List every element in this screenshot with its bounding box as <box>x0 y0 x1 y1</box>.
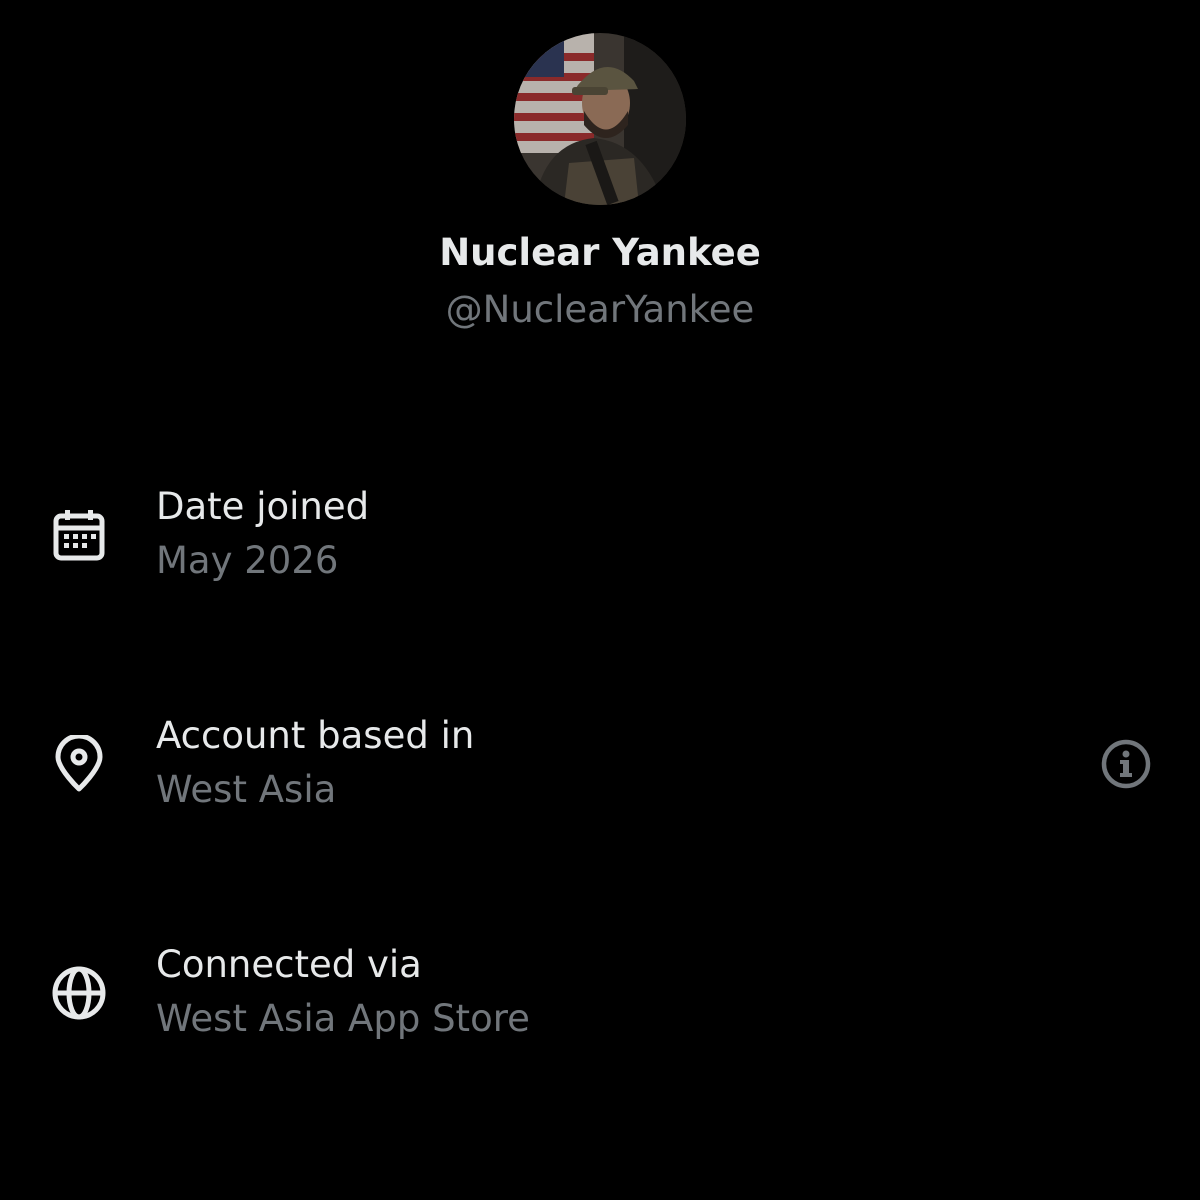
date-joined-row: Date joined May 2026 <box>0 470 1200 600</box>
username-handle: @NuclearYankee <box>445 288 755 331</box>
connected-via-row: Connected via West Asia App Store <box>0 930 1200 1060</box>
display-name: Nuclear Yankee <box>439 231 761 274</box>
avatar[interactable] <box>514 33 686 205</box>
connected-via-value: West Asia App Store <box>156 997 530 1040</box>
account-based-in-label: Account based in <box>156 714 475 757</box>
globe-icon <box>50 964 108 1022</box>
connected-via-label: Connected via <box>156 943 422 986</box>
account-based-in-value: West Asia <box>156 768 337 811</box>
calendar-icon <box>50 506 108 564</box>
account-based-in-row: Account based in West Asia <box>0 700 1200 830</box>
date-joined-label: Date joined <box>156 485 370 528</box>
location-pin-icon <box>50 735 108 793</box>
avatar-image <box>514 33 686 205</box>
date-joined-value: May 2026 <box>156 539 339 582</box>
info-icon[interactable] <box>1098 736 1154 792</box>
profile-header: Nuclear Yankee @NuclearYankee <box>0 0 1200 360</box>
